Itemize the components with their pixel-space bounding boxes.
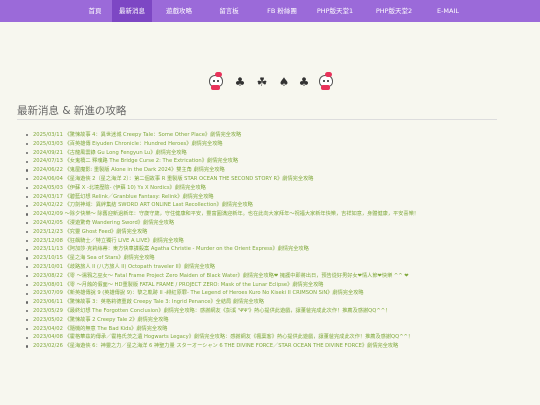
- news-item: 2024/02/05 《漫遊驚奇 Wandering Sword》劇情完全攻略: [26, 219, 504, 228]
- news-link[interactable]: 《究靈 Ghost Feed》劇情完全攻略: [65, 229, 148, 235]
- news-item: 2023/04/08 《霍格華茲的傳承／霍格氏茨之遺 Hogwarts Lega…: [26, 333, 504, 342]
- news-item: 2023/04/02 《隨機的無意 The Bad Kids》劇情完全攻略: [26, 325, 504, 334]
- news-date: 2023/05/02: [33, 316, 63, 323]
- news-date: 2023/07/09: [33, 290, 63, 297]
- dancing-figure-icon: ☘: [256, 75, 268, 89]
- news-item: 2023/10/15 《星之海 Sea of Stars》劇情完全攻略: [26, 254, 504, 263]
- news-link[interactable]: 《星海遊俠 2（星之海洋 2）：第二個故事 R 重製版 STAR OCEAN T…: [65, 176, 314, 182]
- news-link[interactable]: 《零 ～月蝕的假面～ HD重製版 FATAL FRAME / PROJECT Z…: [65, 282, 324, 288]
- news-date: 2024/06/22: [33, 167, 63, 174]
- news-link[interactable]: 《驚悚故事 4：異世迷城 Creepy Tale：Some Other Plac…: [65, 132, 242, 138]
- dancing-figure-icon: ♠: [278, 75, 290, 89]
- news-item: 2024/05/03 《伊蘇 X -北境歷險- (伊蘇 10) Ys X Nor…: [26, 184, 504, 193]
- news-date: 2024/02/22: [33, 202, 63, 209]
- news-link[interactable]: 《阿加莎·克莉絲蒂：東方快車謀殺案 Agatha Christie - Murd…: [65, 246, 309, 252]
- news-date: 2024/03/17: [33, 193, 63, 200]
- dancing-figure-icon: ♣: [298, 75, 310, 89]
- news-link[interactable]: 《零 ～濡鴉之巫女～ Fatal Frame Project Zero Maid…: [65, 273, 409, 279]
- news-date: 2023/08/22: [33, 272, 63, 279]
- decorative-banner: ♣ ☘ ♠ ♣: [207, 72, 333, 92]
- news-item: 2024/03/17 《碧藍幻想 Relink／Granblue Fantasy…: [26, 193, 504, 202]
- news-date: 2025/03/11: [33, 132, 63, 138]
- news-item: 2024/02/09 ～除夕快樂～ 除舊迎新過新年：守歲守歲，守住健康和平安，豐…: [26, 210, 504, 219]
- news-date: 2023/12/08: [33, 237, 63, 244]
- news-link[interactable]: 《星之海 Sea of Stars》劇情完全攻略: [65, 255, 155, 261]
- news-link[interactable]: 《星海遊俠 6：神靈之力／星之海洋 6 神聖力量 スターオーシャン 6 THE …: [65, 343, 399, 349]
- news-item: 2024/02/22 《刀劍神域：異絆集結 SWORD ART ONLINE L…: [26, 201, 504, 210]
- news-link[interactable]: 《漫遊驚奇 Wandering Sword》劇情完全攻略: [65, 220, 175, 226]
- news-link[interactable]: ～除夕快樂～ 除舊迎新過新年：守歲守歲，守住健康和平安，豐富圓滿迎新年。也在此向…: [65, 211, 419, 217]
- divider: [17, 119, 497, 120]
- news-item: 2024/06/04 《星海遊俠 2（星之海洋 2）：第二個故事 R 重製版 S…: [26, 175, 504, 184]
- news-link[interactable]: 《百英雄傳 Eiyuden Chronicle：Hundred Heroes》劇…: [65, 141, 223, 147]
- nav-php-lineage2[interactable]: PHP版天堂2: [366, 0, 422, 22]
- news-item: 2024/06/22 《鬼屋魔影: 重製版 Alone in the Dark …: [26, 166, 504, 175]
- news-date: 2025/03/03: [33, 140, 63, 147]
- top-navigation-bar: 首頁 最新消息 遊戲攻略 留言板 FB 粉絲團 PHP版天堂1 PHP版天堂2 …: [0, 0, 540, 22]
- news-link[interactable]: 《最終幻想 The Forgotten Conclusion》劇情完全攻略：感謝…: [65, 308, 391, 314]
- news-item: 2023/05/02 《驚悚故事 2 Creepy Tale 2》劇情完全攻略: [26, 316, 504, 325]
- news-link[interactable]: 《新英雄傳說 9 (英雄傳說 9)：黎之軌跡 II -緋紅原罪- The Leg…: [65, 290, 364, 296]
- hello-kitty-icon: [317, 72, 333, 90]
- section-title: 最新消息 & 新進の攻略: [17, 105, 127, 117]
- nav-fb-fanpage[interactable]: FB 粉絲團: [256, 0, 308, 22]
- news-date: 2023/04/08: [33, 334, 63, 341]
- news-item: 2023/07/09 《新英雄傳說 9 (英雄傳說 9)：黎之軌跡 II -緋紅…: [26, 289, 504, 298]
- news-link[interactable]: 《驚悚故事 2 Creepy Tale 2》劇情完全攻略: [65, 317, 169, 323]
- nav-news[interactable]: 最新消息: [112, 0, 152, 22]
- nav-home[interactable]: 首頁: [78, 0, 112, 22]
- news-link[interactable]: 《伊蘇 X -北境歷險- (伊蘇 10) Ys X Nordics》劇情完全攻略: [65, 185, 206, 191]
- news-item: 2023/08/22 《零 ～濡鴉之巫女～ Fatal Frame Projec…: [26, 272, 504, 281]
- news-link[interactable]: 《鬼屋魔影: 重製版 Alone in the Dark 2024》雙主角 劇情…: [65, 167, 225, 173]
- nav-email[interactable]: E-MAIL: [428, 0, 468, 22]
- news-item: 2025/03/11 《驚悚故事 4：異世迷城 Creepy Tale：Some…: [26, 131, 504, 140]
- hello-kitty-icon: [207, 72, 223, 90]
- news-item: 2023/10/01 《歧路旅人 II (八方旅人 II) Octopath t…: [26, 263, 504, 272]
- news-link[interactable]: 《歧路旅人 II (八方旅人 II) Octopath traveler II》…: [65, 264, 215, 270]
- news-date: 2024/07/13: [33, 158, 63, 165]
- news-item: 2025/03/03 《百英雄傳 Eiyuden Chronicle：Hundr…: [26, 140, 504, 149]
- nav-game-guides[interactable]: 遊戲攻略: [156, 0, 202, 22]
- nav-guestbook[interactable]: 留言板: [208, 0, 250, 22]
- news-date: 2023/12/23: [33, 228, 63, 235]
- news-date: 2023/05/29: [33, 307, 63, 314]
- news-link[interactable]: 《霍格華茲的傳承／霍格氏茨之遺 Hogwarts Legacy》劇情完全攻略：感…: [65, 334, 414, 340]
- news-item: 2023/02/26 《星海遊俠 6：神靈之力／星之海洋 6 神聖力量 スターオ…: [26, 342, 504, 351]
- news-date: 2023/04/02: [33, 325, 63, 332]
- news-date: 2023/10/01: [33, 263, 63, 270]
- news-date: 2024/02/09: [33, 211, 63, 218]
- news-list: 2025/03/11 《驚悚故事 4：異世迷城 Creepy Tale：Some…: [26, 131, 504, 351]
- news-item: 2023/12/23 《究靈 Ghost Feed》劇情完全攻略: [26, 228, 504, 237]
- news-item: 2024/09/21 《古龍風雲錄 Gu Long Fengyun Lu》劇情完…: [26, 149, 504, 158]
- nav-php-lineage1[interactable]: PHP版天堂1: [310, 0, 360, 22]
- dancing-figure-icon: ♣: [234, 75, 246, 89]
- news-item: 2023/08/01 《零 ～月蝕的假面～ HD重製版 FATAL FRAME …: [26, 281, 504, 290]
- news-item: 2023/06/11 《驚悚故事 3：英格莉德重啟 Creepy Tale 3:…: [26, 298, 504, 307]
- news-item: 2023/05/29 《最終幻想 The Forgotten Conclusio…: [26, 307, 504, 316]
- news-link[interactable]: 《驚悚故事 3：英格莉德重啟 Creepy Tale 3: Ingrid Pen…: [65, 299, 264, 305]
- news-link[interactable]: 《狂飆騎士／特立獨行 LIVE A LIVE》劇情完全攻略: [65, 238, 184, 244]
- news-date: 2023/06/11: [33, 299, 63, 306]
- news-item: 2023/11/13 《阿加莎·克莉絲蒂：東方快車謀殺案 Agatha Chri…: [26, 245, 504, 254]
- news-date: 2023/11/13: [33, 246, 63, 253]
- news-date: 2024/02/05: [33, 219, 63, 226]
- news-link[interactable]: 《刀劍神域：異絆集結 SWORD ART ONLINE Last Recolle…: [65, 202, 253, 208]
- news-link[interactable]: 《隨機的無意 The Bad Kids》劇情完全攻略: [65, 326, 168, 332]
- news-item: 2023/12/08 《狂飆騎士／特立獨行 LIVE A LIVE》劇情完全攻略: [26, 237, 504, 246]
- news-date: 2023/02/26: [33, 343, 63, 350]
- news-date: 2024/09/21: [33, 149, 63, 156]
- news-link[interactable]: 《碧藍幻想 Relink／Granblue Fantasy: Relink》劇情…: [65, 194, 214, 200]
- news-link[interactable]: 《女鬼橋二 釋魂路 The Bridge Curse 2: The Extric…: [65, 158, 238, 164]
- news-item: 2024/07/13 《女鬼橋二 釋魂路 The Bridge Curse 2:…: [26, 157, 504, 166]
- news-date: 2023/08/01: [33, 281, 63, 288]
- news-link[interactable]: 《古龍風雲錄 Gu Long Fengyun Lu》劇情完全攻略: [65, 150, 187, 156]
- news-date: 2024/05/03: [33, 184, 63, 191]
- news-date: 2024/06/04: [33, 175, 63, 182]
- news-date: 2023/10/15: [33, 255, 63, 262]
